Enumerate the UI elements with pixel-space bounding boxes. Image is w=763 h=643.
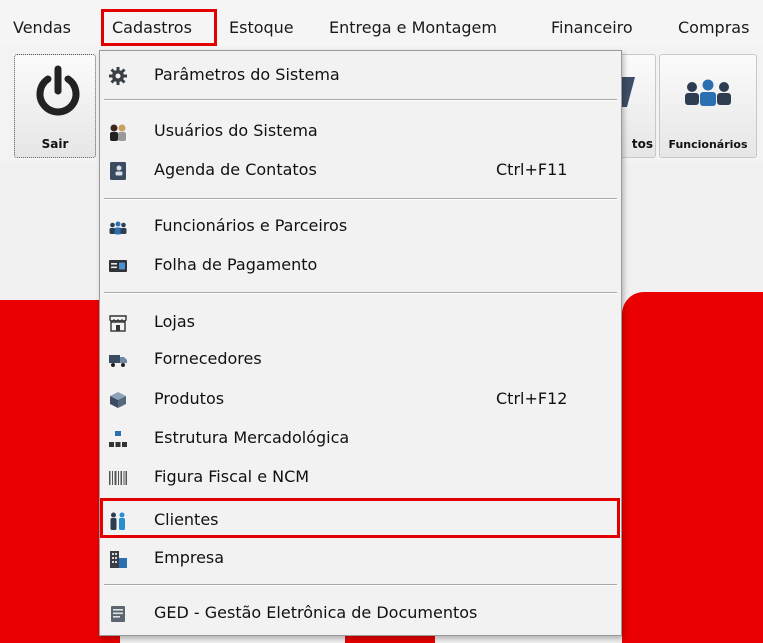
funcionarios-button[interactable]: Funcionários	[659, 54, 757, 158]
power-icon	[36, 65, 80, 116]
employees-icon	[685, 79, 731, 106]
team-icon	[109, 221, 127, 235]
users-icon	[110, 124, 126, 141]
building-icon	[110, 551, 127, 568]
menu-item-label: Produtos	[154, 389, 225, 408]
menu-item-lojas[interactable]: Lojas	[100, 304, 621, 340]
menu-item-estrutura-mercadologica[interactable]: Estrutura Mercadológica	[100, 420, 621, 456]
barcode-icon	[109, 471, 127, 485]
menu-item-label: Usuários do Sistema	[154, 121, 318, 140]
menu-item-label: Figura Fiscal e NCM	[154, 467, 310, 486]
cadastros-highlight	[101, 9, 217, 46]
menu-item-figura-fiscal-ncm[interactable]: Figura Fiscal e NCM	[100, 459, 621, 495]
menu-compras[interactable]: Compras	[678, 13, 749, 43]
brand-shape-right	[622, 292, 763, 643]
menu-item-agenda-contatos[interactable]: Agenda de Contatos Ctrl+F11	[100, 152, 621, 188]
menu-item-label: Fornecedores	[154, 349, 262, 368]
menu-item-shortcut: Ctrl+F11	[496, 160, 568, 179]
truck-icon	[109, 355, 127, 367]
menu-separator	[104, 198, 617, 200]
store-icon	[109, 315, 127, 332]
payroll-icon	[109, 260, 127, 272]
menu-item-shortcut: Ctrl+F12	[496, 389, 568, 408]
menu-item-funcionarios-parceiros[interactable]: Funcionários e Parceiros	[100, 208, 621, 244]
menu-separator	[104, 584, 617, 586]
menu-item-label: Estrutura Mercadológica	[154, 428, 350, 447]
address-book-icon	[110, 162, 126, 180]
menu-financeiro[interactable]: Financeiro	[551, 13, 633, 43]
sair-label: Sair	[41, 137, 69, 151]
menu-separator	[104, 292, 617, 294]
funcionarios-label: Funcionários	[668, 138, 748, 151]
menu-item-label: Parâmetros do Sistema	[154, 65, 340, 84]
document-icon	[111, 606, 125, 622]
sair-button[interactable]: Sair	[14, 54, 96, 158]
menu-item-empresa[interactable]: Empresa	[100, 540, 621, 576]
menu-item-label: Empresa	[154, 548, 225, 567]
menu-item-label: Lojas	[154, 312, 196, 331]
menu-item-label: Funcionários e Parceiros	[154, 216, 348, 235]
menu-item-label: Agenda de Contatos	[154, 160, 317, 179]
clientes-highlight	[100, 498, 620, 538]
gear-icon	[109, 67, 127, 85]
menu-item-fornecedores[interactable]: Fornecedores	[100, 341, 621, 377]
menu-item-label: Folha de Pagamento	[154, 255, 318, 274]
menu-item-label: GED - Gestão Eletrônica de Documentos	[154, 603, 478, 622]
menu-entrega-montagem[interactable]: Entrega e Montagem	[329, 13, 497, 43]
hierarchy-icon	[109, 431, 127, 447]
box-icon	[110, 392, 126, 408]
cadastros-dropdown: Parâmetros do Sistema Usuários do Sistem…	[99, 50, 622, 636]
menu-item-parametros-sistema[interactable]: Parâmetros do Sistema	[100, 57, 621, 93]
menu-item-folha-pagamento[interactable]: Folha de Pagamento	[100, 247, 621, 283]
menu-item-produtos[interactable]: Produtos Ctrl+F12	[100, 381, 621, 417]
menu-separator	[104, 99, 617, 101]
menu-estoque[interactable]: Estoque	[229, 13, 294, 43]
menu-vendas[interactable]: Vendas	[13, 13, 71, 43]
menu-item-ged[interactable]: GED - Gestão Eletrônica de Documentos	[100, 595, 621, 631]
menu-item-usuarios-sistema[interactable]: Usuários do Sistema	[100, 113, 621, 149]
